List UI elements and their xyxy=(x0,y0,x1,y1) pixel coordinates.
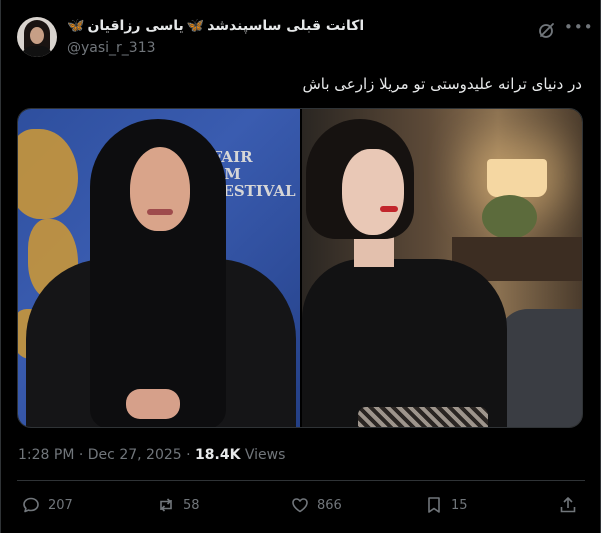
tweet-card: 🦋 یاسی رزاقیان 🦋 اکانت قبلی ساسپندشد @ya… xyxy=(0,0,601,533)
plant xyxy=(482,195,537,239)
avatar[interactable] xyxy=(17,17,57,57)
left-face xyxy=(130,147,190,231)
reply-icon xyxy=(23,497,39,513)
more-icon[interactable]: ••• xyxy=(564,20,593,40)
action-bar: 207 58 866 15 xyxy=(1,495,601,519)
meta-separator-2: · xyxy=(186,447,191,463)
media-image-right[interactable] xyxy=(302,109,582,427)
like-button[interactable]: 866 xyxy=(290,495,342,515)
tweet-media[interactable]: 7 FAIR FILM L FESTIVAL xyxy=(17,108,583,428)
right-face xyxy=(342,149,404,235)
meta-separator: · xyxy=(78,447,84,463)
tweet-date[interactable]: Dec 27, 2025 xyxy=(88,447,182,463)
repost-icon xyxy=(160,498,172,512)
left-lips xyxy=(147,209,173,215)
share-button[interactable] xyxy=(558,495,578,515)
avatar-body xyxy=(21,46,53,57)
repost-count: 58 xyxy=(183,497,200,513)
left-hand xyxy=(126,389,180,419)
repost-button[interactable]: 58 xyxy=(156,495,200,515)
heart-icon xyxy=(292,498,308,513)
author-handle[interactable]: @yasi_r_313 xyxy=(67,40,156,56)
media-image-left[interactable]: 7 FAIR FILM L FESTIVAL xyxy=(18,109,300,427)
bookmark-icon xyxy=(428,497,440,513)
grok-icon[interactable] xyxy=(537,20,557,40)
bookmark-count: 15 xyxy=(451,497,468,513)
share-icon xyxy=(560,497,576,513)
butterfly-emoji: 🦋 xyxy=(67,18,85,34)
author-name-row[interactable]: 🦋 یاسی رزاقیان 🦋 اکانت قبلی ساسپندشد xyxy=(67,18,364,34)
divider xyxy=(17,480,585,481)
tweet-meta: 1:28 PM · Dec 27, 2025 · 18.4K Views xyxy=(18,447,285,463)
right-skirt-pattern xyxy=(358,407,488,427)
tweet-time[interactable]: 1:28 PM xyxy=(18,447,74,463)
butterfly-emoji-2: 🦋 xyxy=(186,18,205,34)
author-display-name: یاسی رزاقیان xyxy=(87,18,184,34)
bookmark-button[interactable]: 15 xyxy=(424,495,468,515)
avatar-face xyxy=(30,27,44,44)
reply-count: 207 xyxy=(48,497,73,513)
views-count: 18.4K xyxy=(195,447,241,463)
reply-button[interactable]: 207 xyxy=(21,495,73,515)
author-display-suffix: اکانت قبلی ساسپندشد xyxy=(207,18,365,34)
tweet-text: در دنیای ترانه علیدوستی تو مریلا زارعی ب… xyxy=(302,75,582,93)
right-lips xyxy=(380,206,398,212)
like-count: 866 xyxy=(317,497,342,513)
lamp xyxy=(487,159,547,197)
gold-ornament xyxy=(18,129,78,219)
right-blouse xyxy=(302,259,507,427)
views-label: Views xyxy=(244,447,286,463)
sofa xyxy=(498,309,582,427)
